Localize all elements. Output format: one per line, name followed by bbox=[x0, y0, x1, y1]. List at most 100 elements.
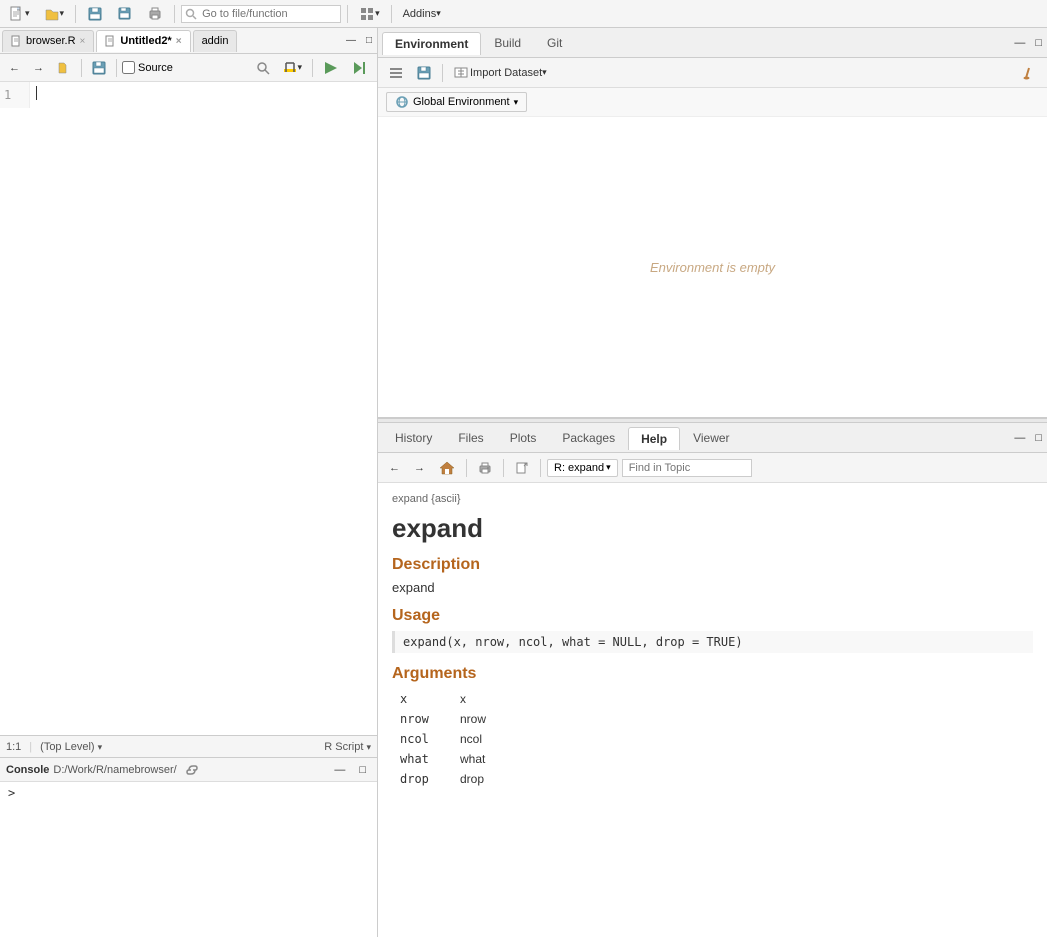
line-number-1: 1 bbox=[4, 86, 25, 104]
search-button[interactable] bbox=[251, 58, 275, 78]
env-toolbar: Import Dataset ▾ bbox=[378, 58, 1047, 88]
source-checkbox[interactable] bbox=[122, 61, 135, 74]
arg-row: whatwhat bbox=[392, 749, 1033, 769]
tab-packages[interactable]: Packages bbox=[549, 426, 628, 449]
import-dataset-button[interactable]: Import Dataset ▾ bbox=[449, 63, 552, 83]
help-usage-code: expand(x, nrow, ncol, what = NULL, drop … bbox=[392, 631, 1033, 653]
arg-desc: x bbox=[452, 689, 1033, 709]
console-maximize-button[interactable]: □ bbox=[354, 761, 371, 779]
grid-button[interactable]: ▾ bbox=[354, 3, 385, 25]
tab-addin[interactable]: addin bbox=[193, 30, 238, 52]
highlight-button[interactable]: ▾ bbox=[278, 58, 307, 78]
toolbar-sep-e3 bbox=[312, 59, 313, 77]
arg-row: dropdrop bbox=[392, 769, 1033, 789]
help-back-icon bbox=[389, 462, 400, 474]
editor-save-button[interactable] bbox=[87, 58, 111, 78]
env-minimize-button[interactable]: — bbox=[1009, 34, 1030, 52]
tab-browser-r[interactable]: browser.R × bbox=[2, 30, 94, 52]
print-button[interactable] bbox=[142, 3, 168, 25]
tab-close-browser-r[interactable]: × bbox=[80, 36, 86, 47]
status-bar: 1:1 | (Top Level) ▾ R Script ▾ bbox=[0, 735, 377, 757]
save-all-button[interactable] bbox=[112, 3, 138, 25]
tab-untitled2[interactable]: Untitled2* × bbox=[96, 30, 190, 52]
help-tab-bar: History Files Plots Packages Help Viewer bbox=[378, 423, 1047, 453]
env-save-button[interactable] bbox=[412, 63, 436, 83]
tab-label-untitled2: Untitled2* bbox=[120, 35, 171, 47]
tab-viewer[interactable]: Viewer bbox=[680, 426, 742, 449]
source-label: Source bbox=[138, 62, 173, 74]
arg-name: drop bbox=[392, 769, 452, 789]
global-env-dropdown[interactable]: Global Environment ▾ bbox=[386, 92, 527, 112]
help-section-usage-title: Usage bbox=[392, 607, 1033, 625]
collapse-button[interactable]: — bbox=[341, 32, 361, 49]
forward-button[interactable] bbox=[28, 59, 49, 77]
help-home-button[interactable] bbox=[434, 458, 460, 478]
editor-toolbar: Source ▾ bbox=[0, 54, 377, 82]
tab-build[interactable]: Build bbox=[481, 31, 534, 54]
help-nav-arrow: ▾ bbox=[606, 462, 611, 473]
console-minimize-button[interactable]: — bbox=[329, 761, 350, 779]
find-in-topic-input[interactable] bbox=[622, 459, 752, 477]
arg-name: x bbox=[392, 689, 452, 709]
tab-label-browser-r: browser.R bbox=[26, 35, 76, 47]
help-toolbar-sep2 bbox=[503, 459, 504, 477]
console-path: D:/Work/R/namebrowser/ bbox=[53, 764, 176, 776]
tab-close-untitled2[interactable]: × bbox=[176, 36, 182, 47]
toolbar-sep-e2 bbox=[116, 59, 117, 77]
env-toolbar-sep bbox=[442, 64, 443, 82]
env-tab-bar: Environment Build Git — □ bbox=[378, 28, 1047, 58]
arg-row: ncolncol bbox=[392, 729, 1033, 749]
toolbar-separator-3 bbox=[347, 5, 348, 23]
tab-plots[interactable]: Plots bbox=[497, 426, 550, 449]
tab-help[interactable]: Help bbox=[628, 427, 680, 450]
tab-history[interactable]: History bbox=[382, 426, 445, 449]
toolbar-separator-4 bbox=[391, 5, 392, 23]
toolbar-separator-1 bbox=[75, 5, 76, 23]
help-export-button[interactable] bbox=[510, 458, 534, 478]
arg-name: nrow bbox=[392, 709, 452, 729]
run-to-button[interactable] bbox=[347, 58, 373, 78]
help-print-button[interactable] bbox=[473, 458, 497, 478]
back-button[interactable] bbox=[4, 59, 25, 77]
go-to-file-input[interactable] bbox=[181, 5, 341, 23]
left-panel: browser.R × Untitled2* × addin — □ bbox=[0, 28, 378, 937]
help-nav-dropdown[interactable]: R: expand ▾ bbox=[547, 459, 618, 477]
tab-environment[interactable]: Environment bbox=[382, 32, 481, 55]
cursor-position: 1:1 bbox=[6, 741, 21, 753]
help-content: expand {ascii} expand Description expand… bbox=[378, 483, 1047, 937]
addins-button[interactable]: Addins bbox=[398, 5, 446, 23]
run-button[interactable] bbox=[318, 58, 344, 78]
console-content[interactable]: > bbox=[0, 782, 377, 937]
forward-icon bbox=[33, 62, 44, 74]
help-toolbar-sep bbox=[466, 459, 467, 477]
env-list-button[interactable] bbox=[384, 63, 408, 83]
show-file-button[interactable] bbox=[52, 58, 76, 78]
environment-panel: Environment Build Git — □ bbox=[378, 28, 1047, 418]
help-back-button[interactable] bbox=[384, 459, 405, 477]
arg-desc: what bbox=[452, 749, 1033, 769]
help-section-description-body: expand bbox=[392, 580, 1033, 595]
console-link-button[interactable] bbox=[181, 761, 203, 779]
right-panel: Environment Build Git — □ bbox=[378, 28, 1047, 937]
open-file-button[interactable]: ▾ bbox=[39, 3, 70, 25]
code-content[interactable] bbox=[32, 82, 377, 735]
code-editor[interactable]: 1 bbox=[0, 82, 377, 735]
help-forward-button[interactable] bbox=[409, 459, 430, 477]
arg-desc: ncol bbox=[452, 729, 1033, 749]
tab-files[interactable]: Files bbox=[445, 426, 496, 449]
help-nav-label: R: expand bbox=[554, 462, 604, 474]
arg-desc: nrow bbox=[452, 709, 1033, 729]
help-section-arguments-title: Arguments bbox=[392, 665, 1033, 683]
env-content: Environment is empty bbox=[378, 117, 1047, 417]
help-toolbar: R: expand ▾ bbox=[378, 453, 1047, 483]
global-env-label: Global Environment bbox=[413, 96, 510, 108]
tab-git[interactable]: Git bbox=[534, 31, 575, 54]
broom-button[interactable] bbox=[1017, 63, 1041, 83]
help-minimize-button[interactable]: — bbox=[1009, 429, 1030, 447]
help-breadcrumb: expand {ascii} bbox=[392, 493, 1033, 505]
help-maximize-button[interactable]: □ bbox=[1030, 429, 1047, 447]
save-button[interactable] bbox=[82, 3, 108, 25]
new-file-button[interactable]: ▾ bbox=[4, 3, 35, 25]
env-maximize-button[interactable]: □ bbox=[1030, 34, 1047, 52]
maximize-button[interactable]: □ bbox=[361, 32, 377, 49]
